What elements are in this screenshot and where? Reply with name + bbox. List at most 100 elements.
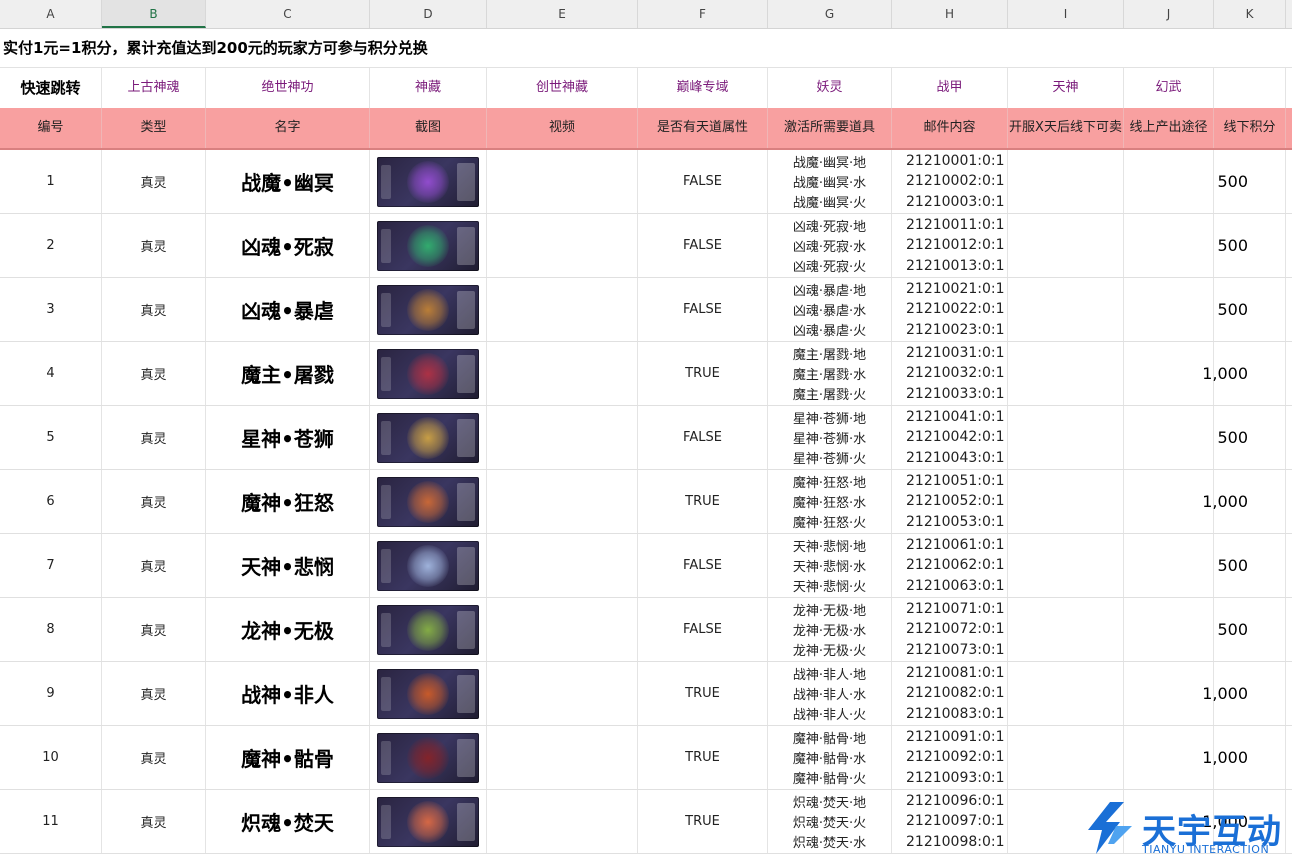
points-cell[interactable]: 500 (1214, 406, 1286, 469)
items-cell[interactable]: 星神·苍狮·地 星神·苍狮·水 星神·苍狮·火 (768, 406, 892, 469)
online-source-cell[interactable] (1124, 598, 1214, 661)
type-cell[interactable]: 真灵 (102, 214, 206, 277)
online-source-cell[interactable] (1124, 726, 1214, 789)
online-source-cell[interactable] (1124, 470, 1214, 533)
screenshot-cell[interactable] (370, 214, 487, 277)
name-cell[interactable]: 魔神•骷骨 (206, 726, 370, 789)
screenshot-cell[interactable] (370, 406, 487, 469)
name-cell[interactable]: 战魔•幽冥 (206, 150, 370, 213)
quick-jump-link[interactable]: 巅峰专域 (638, 68, 768, 108)
mail-cell[interactable]: 21210081:0:1 21210082:0:1 21210083:0:1 (892, 662, 1008, 725)
name-cell[interactable]: 天神•悲悯 (206, 534, 370, 597)
screenshot-thumbnail[interactable] (377, 476, 479, 527)
offline-sale-cell[interactable] (1008, 342, 1124, 405)
screenshot-thumbnail[interactable] (377, 156, 479, 207)
type-cell[interactable]: 真灵 (102, 342, 206, 405)
video-cell[interactable] (487, 278, 638, 341)
header-cell[interactable]: 线下积分 (1214, 108, 1286, 148)
type-cell[interactable]: 真灵 (102, 726, 206, 789)
points-cell[interactable]: 500 (1214, 278, 1286, 341)
header-cell[interactable]: 线上产出途径 (1124, 108, 1214, 148)
id-cell[interactable]: 7 (0, 534, 102, 597)
id-cell[interactable]: 4 (0, 342, 102, 405)
screenshot-thumbnail[interactable] (377, 284, 479, 335)
screenshot-thumbnail[interactable] (377, 348, 479, 399)
screenshot-cell[interactable] (370, 150, 487, 213)
quick-jump-link[interactable]: 战甲 (892, 68, 1008, 108)
items-cell[interactable]: 魔神·狂怒·地 魔神·狂怒·水 魔神·狂怒·火 (768, 470, 892, 533)
points-cell[interactable]: 500 (1214, 150, 1286, 213)
points-cell[interactable]: 1,000 (1202, 662, 1286, 725)
items-cell[interactable]: 战神·非人·地 战神·非人·水 战神·非人·火 (768, 662, 892, 725)
column-letter-i[interactable]: I (1008, 0, 1124, 28)
video-cell[interactable] (487, 790, 638, 853)
column-letter-c[interactable]: C (206, 0, 370, 28)
video-cell[interactable] (487, 150, 638, 213)
type-cell[interactable]: 真灵 (102, 470, 206, 533)
tiandao-cell[interactable]: FALSE (638, 406, 768, 469)
online-source-cell[interactable] (1124, 534, 1214, 597)
column-letter-e[interactable]: E (487, 0, 638, 28)
points-cell[interactable]: 1,000 (1202, 470, 1286, 533)
offline-sale-cell[interactable] (1008, 150, 1124, 213)
type-cell[interactable]: 真灵 (102, 598, 206, 661)
screenshot-cell[interactable] (370, 790, 487, 853)
name-cell[interactable]: 魔神•狂怒 (206, 470, 370, 533)
mail-cell[interactable]: 21210071:0:1 21210072:0:1 21210073:0:1 (892, 598, 1008, 661)
quick-jump-link[interactable]: 绝世神功 (206, 68, 370, 108)
screenshot-thumbnail[interactable] (377, 732, 479, 783)
video-cell[interactable] (487, 470, 638, 533)
points-cell[interactable]: 1,000 (1202, 726, 1286, 789)
screenshot-thumbnail[interactable] (377, 220, 479, 271)
header-cell[interactable]: 类型 (102, 108, 206, 148)
mail-cell[interactable]: 21210001:0:1 21210002:0:1 21210003:0:1 (892, 150, 1008, 213)
video-cell[interactable] (487, 214, 638, 277)
header-cell[interactable]: 编号 (0, 108, 102, 148)
header-cell[interactable]: 邮件内容 (892, 108, 1008, 148)
id-cell[interactable]: 5 (0, 406, 102, 469)
mail-cell[interactable]: 21210021:0:1 21210022:0:1 21210023:0:1 (892, 278, 1008, 341)
video-cell[interactable] (487, 726, 638, 789)
items-cell[interactable]: 魔神·骷骨·地 魔神·骷骨·水 魔神·骷骨·火 (768, 726, 892, 789)
type-cell[interactable]: 真灵 (102, 406, 206, 469)
offline-sale-cell[interactable] (1008, 278, 1124, 341)
tiandao-cell[interactable]: TRUE (638, 726, 768, 789)
tiandao-cell[interactable]: FALSE (638, 150, 768, 213)
header-cell[interactable]: 是否有天道属性 (638, 108, 768, 148)
video-cell[interactable] (487, 662, 638, 725)
type-cell[interactable]: 真灵 (102, 662, 206, 725)
video-cell[interactable] (487, 342, 638, 405)
items-cell[interactable]: 天神·悲悯·地 天神·悲悯·水 天神·悲悯·火 (768, 534, 892, 597)
screenshot-thumbnail[interactable] (377, 412, 479, 463)
offline-sale-cell[interactable] (1008, 534, 1124, 597)
online-source-cell[interactable] (1124, 214, 1214, 277)
name-cell[interactable]: 炽魂•焚天 (206, 790, 370, 853)
points-cell[interactable]: 500 (1214, 598, 1286, 661)
mail-cell[interactable]: 21210031:0:1 21210032:0:1 21210033:0:1 (892, 342, 1008, 405)
name-cell[interactable]: 龙神•无极 (206, 598, 370, 661)
tiandao-cell[interactable]: TRUE (638, 342, 768, 405)
online-source-cell[interactable] (1124, 662, 1214, 725)
type-cell[interactable]: 真灵 (102, 790, 206, 853)
items-cell[interactable]: 魔主·屠戮·地 魔主·屠戮·水 魔主·屠戮·火 (768, 342, 892, 405)
header-cell[interactable]: 截图 (370, 108, 487, 148)
tiandao-cell[interactable]: TRUE (638, 470, 768, 533)
screenshot-thumbnail[interactable] (377, 540, 479, 591)
header-cell[interactable]: 视频 (487, 108, 638, 148)
header-cell[interactable]: 开服X天后线下可卖 (1008, 108, 1124, 148)
id-cell[interactable]: 2 (0, 214, 102, 277)
screenshot-cell[interactable] (370, 598, 487, 661)
type-cell[interactable]: 真灵 (102, 534, 206, 597)
type-cell[interactable]: 真灵 (102, 278, 206, 341)
column-letter-d[interactable]: D (370, 0, 487, 28)
id-cell[interactable]: 11 (0, 790, 102, 853)
id-cell[interactable]: 10 (0, 726, 102, 789)
header-cell[interactable]: 激活所需要道具 (768, 108, 892, 148)
mail-cell[interactable]: 21210011:0:1 21210012:0:1 21210013:0:1 (892, 214, 1008, 277)
online-source-cell[interactable] (1124, 342, 1214, 405)
points-cell[interactable]: 1,000 (1202, 342, 1286, 405)
name-cell[interactable]: 战神•非人 (206, 662, 370, 725)
quick-jump-link[interactable]: 上古神魂 (102, 68, 206, 108)
offline-sale-cell[interactable] (1008, 406, 1124, 469)
column-letter-g[interactable]: G (768, 0, 892, 28)
